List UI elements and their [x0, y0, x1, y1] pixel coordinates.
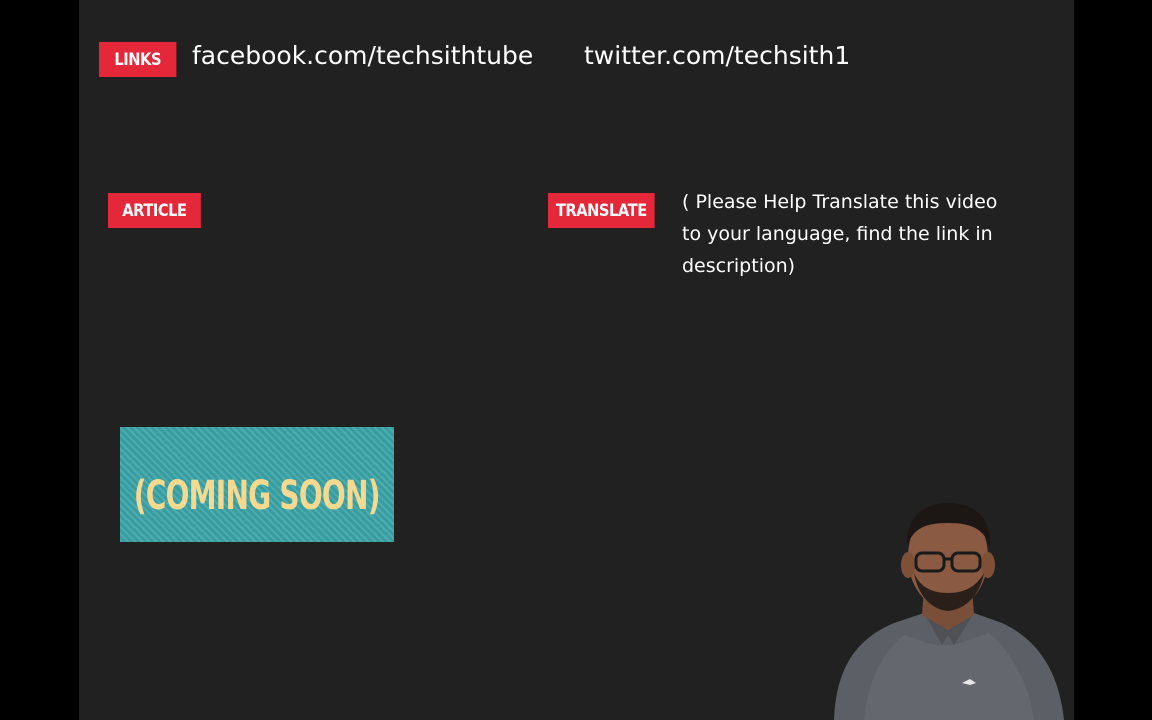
- twitter-link: twitter.com/techsith1: [584, 41, 851, 70]
- presenter-video-feed: [834, 503, 1064, 720]
- article-label: ARTICLE: [108, 193, 201, 228]
- translate-note: ( Please Help Translate this video to yo…: [682, 191, 998, 277]
- coming-soon-text: (COMING SOON): [133, 472, 381, 519]
- video-slide: LINKS facebook.com/techsithtube twitter.…: [79, 0, 1074, 720]
- facebook-link: facebook.com/techsithtube: [192, 41, 534, 70]
- coming-soon-banner: (COMING SOON): [120, 427, 394, 542]
- translate-label: TRANSLATE: [548, 193, 655, 228]
- links-label: LINKS: [99, 42, 177, 77]
